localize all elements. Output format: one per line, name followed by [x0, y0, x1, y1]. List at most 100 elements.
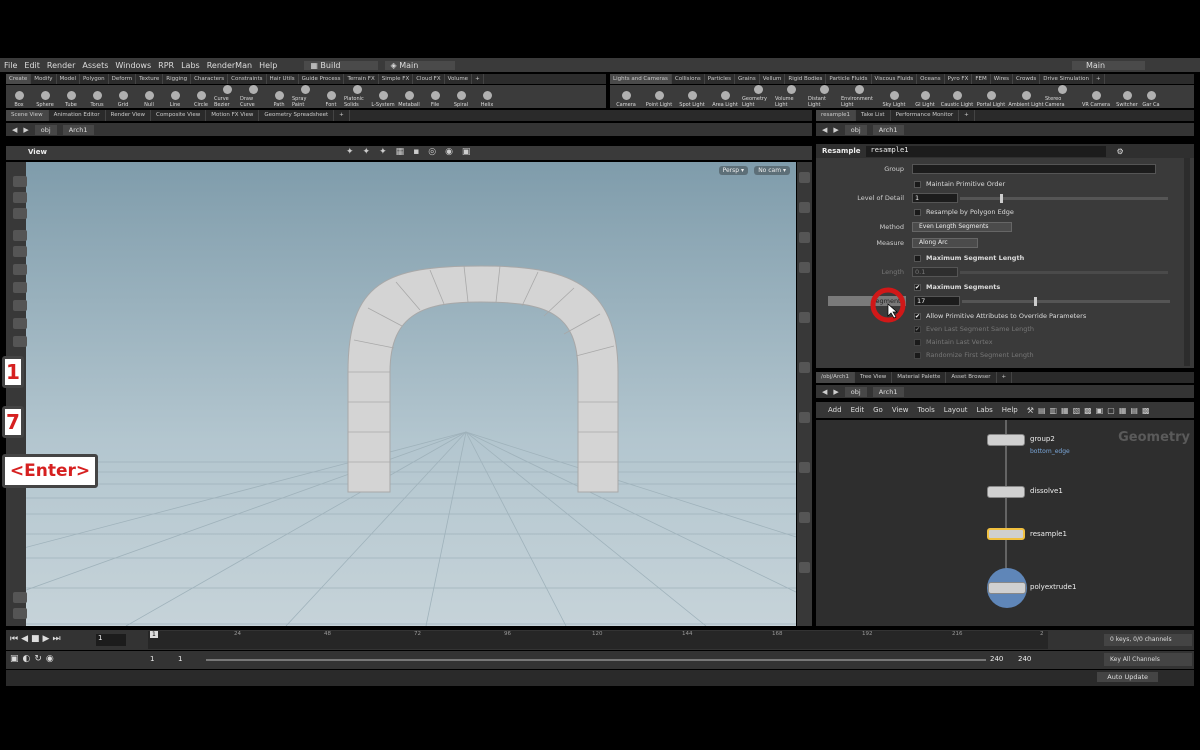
range-start[interactable]: 1: [150, 655, 154, 663]
net-menu-layout[interactable]: Layout: [944, 406, 968, 414]
shelf-tab[interactable]: Polygon: [80, 74, 109, 84]
tool-switcher[interactable]: Switcher: [1113, 85, 1141, 108]
auto-update-button[interactable]: Auto Update: [1097, 672, 1158, 682]
tab-asset-browser[interactable]: Asset Browser: [946, 372, 997, 383]
add-tab-icon[interactable]: +: [997, 372, 1013, 383]
resample-edge-checkbox[interactable]: [914, 208, 921, 216]
group-field[interactable]: [912, 164, 1156, 174]
tool-geometry-light[interactable]: Geometry Light: [742, 85, 774, 108]
tool-point-light[interactable]: Point Light: [643, 85, 675, 108]
shelf-tab[interactable]: Oceans: [917, 74, 945, 84]
tool-spiral[interactable]: Spiral: [448, 85, 474, 108]
shelf-tab[interactable]: Terrain FX: [344, 74, 379, 84]
path-obj[interactable]: obj: [844, 124, 867, 135]
forward-arrow-icon[interactable]: ▶: [23, 126, 28, 134]
snap-icon[interactable]: [13, 592, 27, 603]
menu-render[interactable]: Render: [47, 61, 75, 70]
tool-spot-light[interactable]: Spot Light: [676, 85, 708, 108]
back-arrow-icon[interactable]: ◀: [12, 126, 17, 134]
shelf-tab[interactable]: Drive Simulation: [1040, 74, 1093, 84]
rotate-tool-icon[interactable]: [13, 208, 27, 219]
shelf-tab[interactable]: Grains: [735, 74, 760, 84]
lod-slider[interactable]: [960, 193, 1168, 203]
menu-help[interactable]: Help: [259, 61, 277, 70]
display-option-icon[interactable]: [799, 462, 810, 473]
shelf-tab[interactable]: Hair Utils: [267, 74, 299, 84]
menu-assets[interactable]: Assets: [82, 61, 108, 70]
tool-null[interactable]: Null: [136, 85, 162, 108]
right-context-select[interactable]: Main: [1072, 60, 1146, 70]
tool-platonic[interactable]: Platonic Solids: [344, 85, 370, 108]
path-node[interactable]: Arch1: [872, 124, 904, 135]
path-node[interactable]: Arch1: [872, 386, 904, 397]
network-editor[interactable]: Geometry group2 bottom_edge dissolve1 re…: [816, 420, 1194, 626]
tab-motion-fx-view[interactable]: Motion FX View: [206, 110, 260, 121]
shelf-tab[interactable]: Crowds: [1013, 74, 1041, 84]
display-option-icon[interactable]: [799, 312, 810, 323]
shelf-tab[interactable]: Lights and Cameras: [610, 74, 672, 84]
shelf-tab[interactable]: Viscous Fluids: [872, 74, 918, 84]
shelf-tab[interactable]: Characters: [191, 74, 229, 84]
tool-sphere[interactable]: Sphere: [32, 85, 58, 108]
gear-icon[interactable]: ⚙: [1116, 147, 1123, 156]
tool-ambient-light[interactable]: Ambient Light: [1008, 85, 1044, 108]
forward-arrow-icon[interactable]: ▶: [833, 126, 838, 134]
length-slider[interactable]: [960, 270, 1168, 274]
path-node[interactable]: Arch1: [62, 124, 94, 135]
persp-menu[interactable]: Persp ▾: [718, 166, 748, 175]
add-tab-icon[interactable]: +: [334, 110, 350, 121]
tool-environment-light[interactable]: Environment Light: [841, 85, 877, 108]
shelf-tab[interactable]: Simple FX: [379, 74, 414, 84]
tool-gar-ca[interactable]: Gar Ca: [1142, 85, 1160, 108]
max-segments-checkbox[interactable]: ✔: [914, 283, 921, 291]
select-tool-icon[interactable]: [13, 176, 27, 187]
node-resample1[interactable]: [987, 528, 1025, 540]
keys-channels-status[interactable]: 0 keys, 0/0 channels: [1104, 634, 1192, 646]
display-option-icon[interactable]: [799, 412, 810, 423]
shelf-tab[interactable]: Deform: [109, 74, 137, 84]
tool-lsystem[interactable]: L-System: [370, 85, 396, 108]
tab-animation-editor[interactable]: Animation Editor: [49, 110, 106, 121]
tool-sky-light[interactable]: Sky Light: [878, 85, 910, 108]
shelf-tab[interactable]: Pyro FX: [945, 74, 973, 84]
tab-resample1[interactable]: resample1: [816, 110, 857, 121]
shelf-tab[interactable]: Create: [6, 74, 32, 84]
tool-curve-bezier[interactable]: Curve Bezier: [214, 85, 240, 108]
net-menu-add[interactable]: Add: [828, 406, 842, 414]
add-tab-icon[interactable]: +: [959, 110, 975, 121]
path-obj[interactable]: obj: [34, 124, 57, 135]
randomize-first-checkbox[interactable]: [914, 351, 921, 359]
view-tool-icon[interactable]: [13, 318, 27, 329]
tool-spray-paint[interactable]: Spray Paint: [292, 85, 318, 108]
tool-font[interactable]: Font: [318, 85, 344, 108]
tab-performance-monitor[interactable]: Performance Monitor: [891, 110, 960, 121]
length-field[interactable]: 0.1: [912, 267, 958, 277]
network-toolbar-icons[interactable]: ⚒▤▥▦▧▩▣▢▦▤▩: [1027, 406, 1154, 415]
display-option-icon[interactable]: [799, 202, 810, 213]
viewport-toolbar-icons[interactable]: ✦✦✦▦▪◎◉▣: [346, 147, 479, 157]
add-shelf-icon[interactable]: +: [1093, 74, 1105, 84]
tool-line[interactable]: Line: [162, 85, 188, 108]
tool-area-light[interactable]: Area Light: [709, 85, 741, 108]
tab-material-palette[interactable]: Material Palette: [892, 372, 947, 383]
lock-icon[interactable]: [13, 246, 27, 257]
camera-menu[interactable]: No cam ▾: [754, 166, 790, 175]
tool-tube[interactable]: Tube: [58, 85, 84, 108]
frame-field[interactable]: 1: [96, 634, 126, 646]
menu-rpr[interactable]: RPR: [158, 61, 174, 70]
tool-metaball[interactable]: Metaball: [396, 85, 422, 108]
tab-network[interactable]: /obj/Arch1: [816, 372, 856, 383]
shelf-tab[interactable]: Vellum: [760, 74, 786, 84]
shelf-tab[interactable]: Texture: [136, 74, 164, 84]
tool-torus[interactable]: Torus: [84, 85, 110, 108]
shelf-tab[interactable]: Modify: [31, 74, 57, 84]
net-menu-tools[interactable]: Tools: [917, 406, 934, 414]
add-shelf-icon[interactable]: +: [472, 74, 484, 84]
back-arrow-icon[interactable]: ◀: [822, 126, 827, 134]
even-last-checkbox[interactable]: ✔: [914, 325, 921, 333]
tool-box[interactable]: Box: [6, 85, 32, 108]
tool-path[interactable]: Path: [266, 85, 292, 108]
range-start-2[interactable]: 1: [178, 655, 182, 663]
lod-field[interactable]: 1: [912, 193, 958, 203]
tab-tree-view[interactable]: Tree View: [855, 372, 893, 383]
